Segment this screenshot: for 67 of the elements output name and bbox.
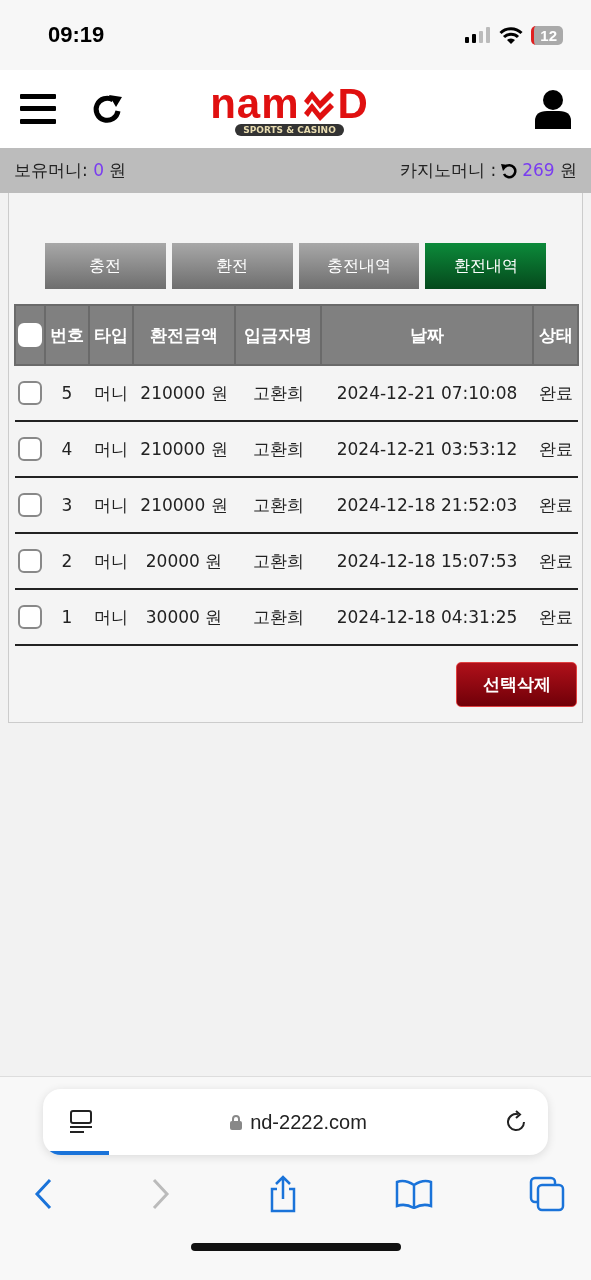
checkbox[interactable] xyxy=(18,549,42,573)
status-time: 09:19 xyxy=(48,22,105,48)
table-cell: 머니 xyxy=(94,550,128,571)
back-icon[interactable] xyxy=(34,1178,54,1210)
column-header: 번호 xyxy=(45,305,89,365)
checkbox[interactable] xyxy=(18,493,42,517)
table-cell: 완료 xyxy=(538,606,573,627)
table-cell: 5 xyxy=(61,383,73,403)
checkbox[interactable] xyxy=(18,437,42,461)
table-cell: 2 xyxy=(61,551,73,571)
table-cell: 2024-12-18 21:52:03 xyxy=(336,495,518,515)
table-cell: 210000 원 xyxy=(140,382,228,403)
tabs-icon[interactable] xyxy=(529,1176,565,1212)
table-cell: 고환희 xyxy=(252,550,304,571)
table-cell: 완료 xyxy=(538,494,573,515)
table-cell: 고환희 xyxy=(252,438,304,459)
address-bar[interactable]: nd-2222.com xyxy=(43,1089,548,1155)
table-cell: 완료 xyxy=(538,438,573,459)
table-cell: 고환희 xyxy=(252,606,304,627)
table-cell: 20000 원 xyxy=(145,550,223,571)
reader-icon[interactable] xyxy=(69,1110,93,1134)
wifi-icon xyxy=(499,26,524,44)
user-icon[interactable] xyxy=(535,89,571,129)
delete-selected-button[interactable]: 선택삭제 xyxy=(456,662,577,707)
refresh-icon[interactable] xyxy=(501,162,518,179)
url-text: nd-2222.com xyxy=(250,1110,367,1134)
checkbox[interactable] xyxy=(18,605,42,629)
logo-tagline: SPORTS & CASINO xyxy=(235,124,344,136)
tab[interactable]: 충전 xyxy=(45,243,166,289)
table-cell: 완료 xyxy=(538,382,573,403)
table-cell: 2024-12-21 03:53:12 xyxy=(336,439,518,459)
column-header: 환전금액 xyxy=(133,305,235,365)
casino-money-label: 카지노머니 : xyxy=(400,159,497,182)
column-header: 타입 xyxy=(89,305,133,365)
book-icon[interactable] xyxy=(394,1179,433,1209)
table-cell: 2024-12-18 15:07:53 xyxy=(336,551,518,571)
battery-indicator: 12 xyxy=(531,25,563,45)
casino-money-amount: 269 원 xyxy=(522,159,577,182)
owned-money-text: 보유머니: 0 원 xyxy=(14,159,127,182)
tab[interactable]: 충전내역 xyxy=(298,243,420,289)
table-cell: 고환희 xyxy=(252,382,304,403)
signal-icon xyxy=(465,27,492,43)
menu-icon[interactable] xyxy=(20,94,56,124)
column-header: 상태 xyxy=(533,305,578,365)
reload-icon[interactable] xyxy=(504,1110,528,1134)
logo-text: D xyxy=(337,82,369,126)
table-cell: 2024-12-21 07:10:08 xyxy=(336,383,518,403)
table-cell: 1 xyxy=(61,607,73,627)
table-cell: 210000 원 xyxy=(140,494,228,515)
checkbox[interactable] xyxy=(18,381,42,405)
table-cell: 완료 xyxy=(538,550,573,571)
table-cell: 4 xyxy=(61,439,73,459)
table-cell: 머니 xyxy=(94,438,128,459)
table-cell: 2024-12-18 04:31:25 xyxy=(336,607,518,627)
column-header: 입금자명 xyxy=(235,305,321,365)
table-cell: 30000 원 xyxy=(145,606,223,627)
tab[interactable]: 환전내역 xyxy=(425,243,546,289)
table-cell: 머니 xyxy=(94,382,128,403)
table-cell: 머니 xyxy=(94,606,128,627)
table-cell: 머니 xyxy=(94,494,128,515)
table-cell: 고환희 xyxy=(252,494,304,515)
lock-icon xyxy=(230,1114,243,1130)
column-header: 날짜 xyxy=(321,305,533,365)
refresh-icon[interactable] xyxy=(92,93,124,125)
table-cell: 210000 원 xyxy=(140,438,228,459)
logo-text: nam xyxy=(210,82,300,126)
table-cell: 3 xyxy=(61,495,73,515)
